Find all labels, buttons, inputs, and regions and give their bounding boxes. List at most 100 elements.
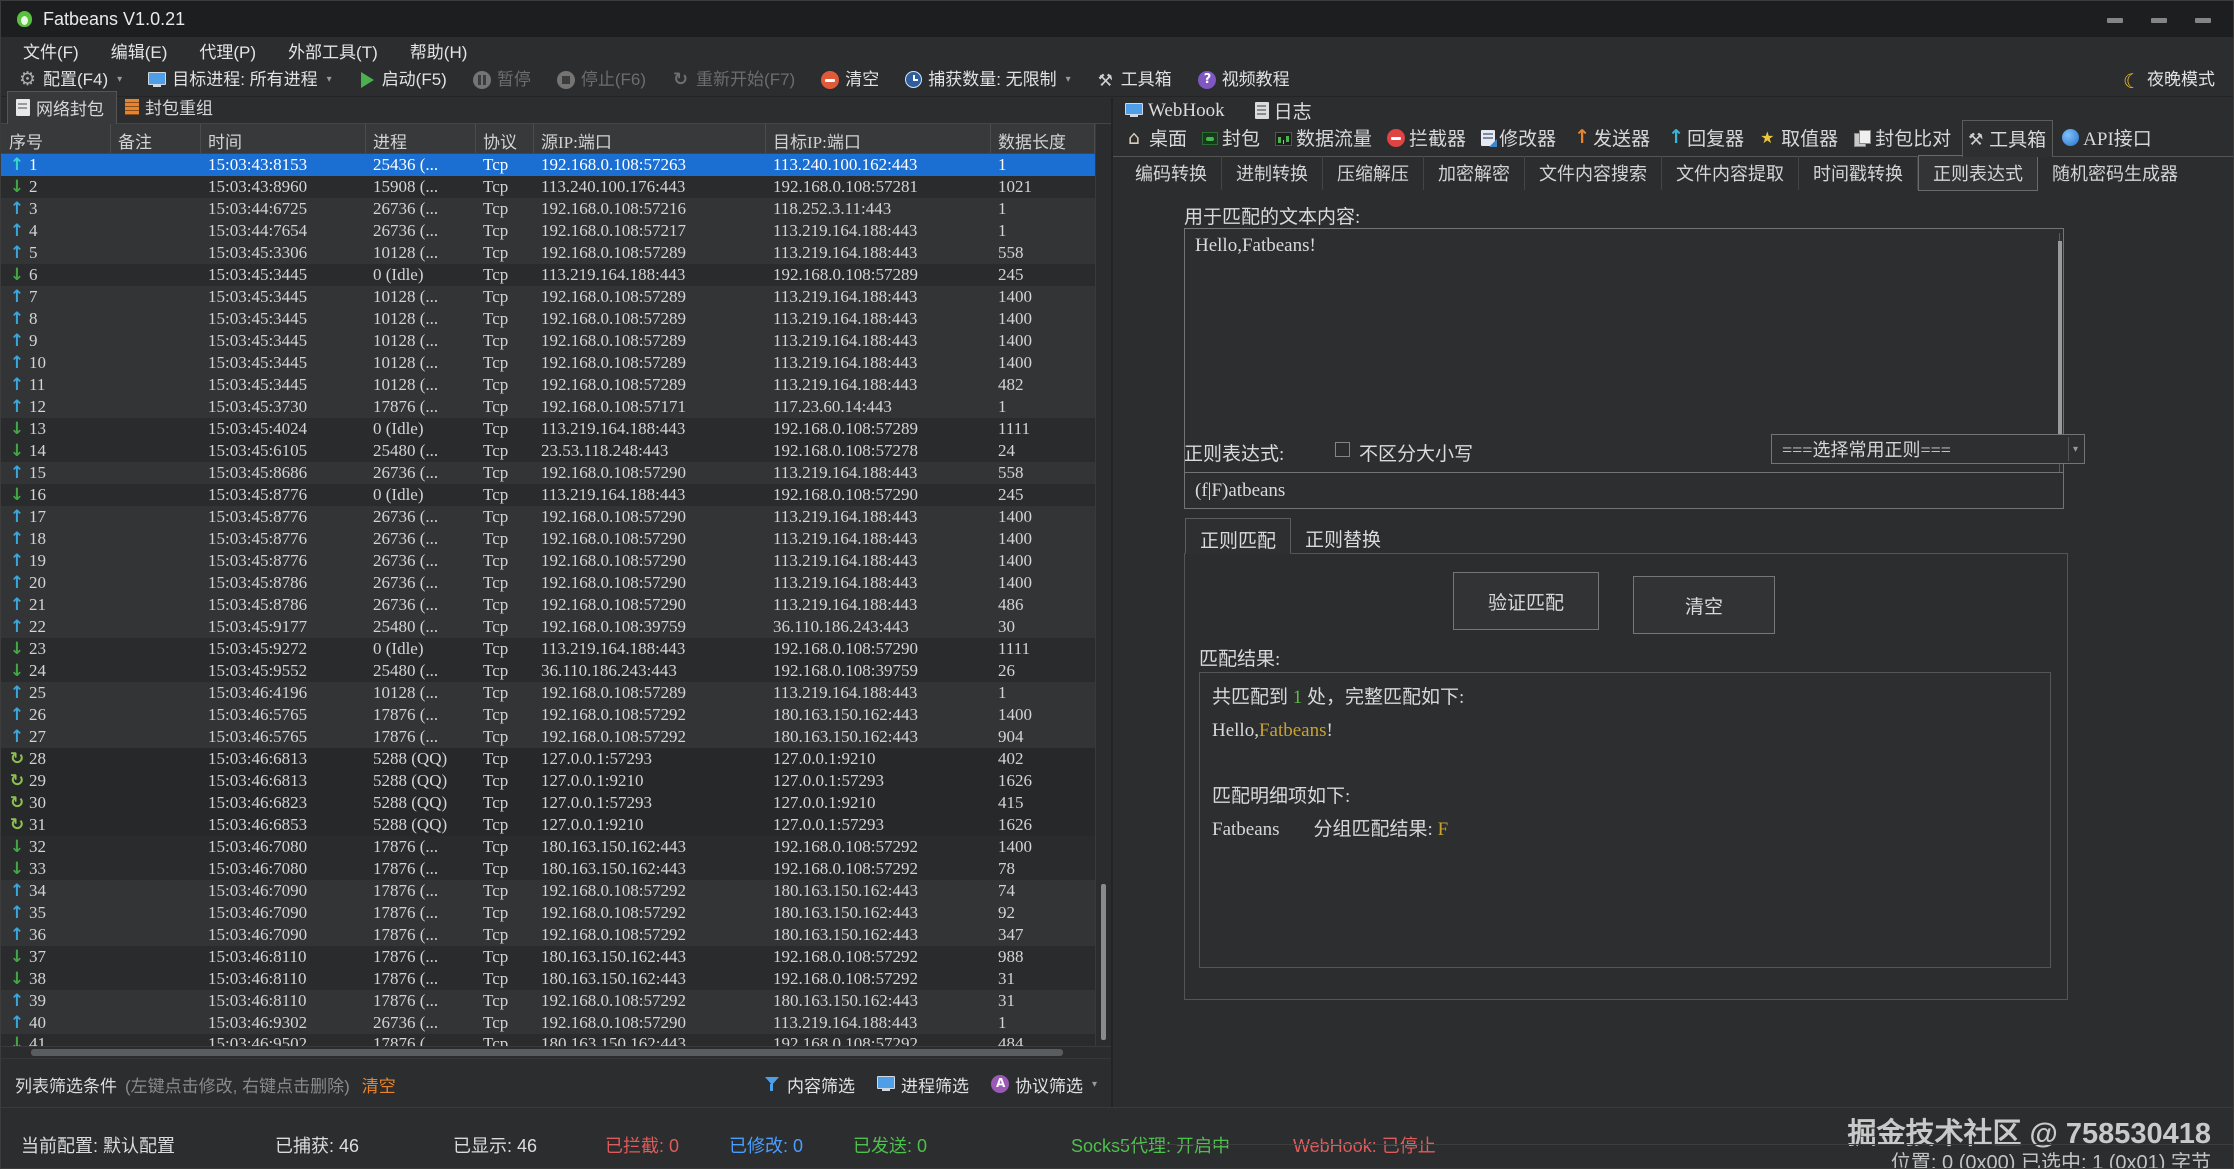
table-row[interactable]: ↓4115:03:46:950217876 (...Tcp180.163.150…: [1, 1034, 1095, 1046]
table-row[interactable]: ↑4015:03:46:930226736 (...Tcp192.168.0.1…: [1, 1012, 1095, 1034]
table-row[interactable]: ↓1615:03:45:87760 (Idle)Tcp113.219.164.1…: [1, 484, 1095, 506]
table-row[interactable]: ↑915:03:45:344510128 (...Tcp192.168.0.10…: [1, 330, 1095, 352]
vertical-scrollbar-thumb[interactable]: [1101, 884, 1106, 1040]
table-row[interactable]: ↑1215:03:45:373017876 (...Tcp192.168.0.1…: [1, 396, 1095, 418]
table-row[interactable]: ↑1115:03:45:344510128 (...Tcp192.168.0.1…: [1, 374, 1095, 396]
ignore-case-checkbox[interactable]: [1335, 442, 1350, 457]
column-header-2[interactable]: 时间: [201, 124, 366, 153]
column-header-1[interactable]: 备注: [111, 124, 201, 153]
maximize-button[interactable]: [2151, 18, 2167, 23]
table-row[interactable]: ↑1015:03:45:344510128 (...Tcp192.168.0.1…: [1, 352, 1095, 374]
vertical-scrollbar[interactable]: [1095, 124, 1111, 1046]
table-row[interactable]: ↑2015:03:45:878626736 (...Tcp192.168.0.1…: [1, 572, 1095, 594]
table-row[interactable]: ↑2715:03:46:576517876 (...Tcp192.168.0.1…: [1, 726, 1095, 748]
table-row[interactable]: ↑115:03:43:815325436 (...Tcp192.168.0.10…: [1, 154, 1095, 176]
table-row[interactable]: ↓3315:03:46:708017876 (...Tcp180.163.150…: [1, 858, 1095, 880]
regex-input[interactable]: (f|F)atbeans: [1184, 472, 2064, 509]
close-button[interactable]: [2195, 18, 2211, 23]
tab-桌面[interactable]: 桌面: [1123, 120, 1193, 156]
table-row[interactable]: ↻2815:03:46:68135288 (QQ)Tcp127.0.0.1:57…: [1, 748, 1095, 770]
menu-item[interactable]: 文件(F): [23, 38, 79, 63]
menu-item[interactable]: 外部工具(T): [288, 38, 378, 63]
table-row[interactable]: ↑3415:03:46:709017876 (...Tcp192.168.0.1…: [1, 880, 1095, 902]
table-row[interactable]: ↑815:03:45:344510128 (...Tcp192.168.0.10…: [1, 308, 1095, 330]
tab-修改器[interactable]: 修改器: [1477, 120, 1562, 156]
subtab-正则表达式[interactable]: 正则表达式: [1918, 155, 2038, 191]
column-header-6[interactable]: 目标IP:端口: [766, 124, 991, 153]
table-row[interactable]: ↑3915:03:46:811017876 (...Tcp192.168.0.1…: [1, 990, 1095, 1012]
tab-封包重组[interactable]: 封包重组: [117, 91, 225, 123]
night-mode-button[interactable]: 夜晚模式: [2123, 71, 2215, 89]
subtab-随机密码生成器[interactable]: 随机密码生成器: [2038, 156, 2192, 190]
column-header-3[interactable]: 进程: [366, 124, 476, 153]
subtab-编码转换[interactable]: 编码转换: [1121, 156, 1222, 190]
horizontal-scrollbar[interactable]: [1, 1046, 1111, 1058]
menu-item[interactable]: 帮助(H): [410, 38, 468, 63]
menu-item[interactable]: 编辑(E): [111, 38, 168, 63]
subtab-文件内容提取[interactable]: 文件内容提取: [1662, 156, 1799, 190]
toolbar-capture-count-button[interactable]: 捕获数量: 无限制▾: [905, 71, 1070, 89]
tab-取值器[interactable]: 取值器: [1755, 120, 1844, 156]
subtab-文件内容搜索[interactable]: 文件内容搜索: [1525, 156, 1662, 190]
textarea-scrollbar-thumb[interactable]: [2058, 241, 2062, 451]
table-row[interactable]: ↑1815:03:45:877626736 (...Tcp192.168.0.1…: [1, 528, 1095, 550]
toolbar-toolbox-button[interactable]: 工具箱: [1097, 71, 1172, 89]
tab-回复器[interactable]: 回复器: [1661, 120, 1750, 156]
table-row[interactable]: ↑2115:03:45:878626736 (...Tcp192.168.0.1…: [1, 594, 1095, 616]
filter-clear-link[interactable]: 清空: [362, 1072, 396, 1097]
subtab-时间戳转换[interactable]: 时间戳转换: [1799, 156, 1918, 190]
table-row[interactable]: ↓2315:03:45:92720 (Idle)Tcp113.219.164.1…: [1, 638, 1095, 660]
table-row[interactable]: ↑2515:03:46:419610128 (...Tcp192.168.0.1…: [1, 682, 1095, 704]
column-header-4[interactable]: 协议: [476, 124, 534, 153]
preset-regex-select[interactable]: ===选择常用正则=== ▾: [1771, 434, 2085, 464]
menu-item[interactable]: 代理(P): [199, 38, 256, 63]
toolbar-target-process-button[interactable]: 目标进程: 所有进程▾: [148, 71, 331, 89]
tab-网络封包[interactable]: 网络封包: [7, 91, 117, 124]
column-header-5[interactable]: 源IP:端口: [534, 124, 766, 153]
table-row[interactable]: ↓615:03:45:34450 (Idle)Tcp113.219.164.18…: [1, 264, 1095, 286]
table-row[interactable]: ↓3215:03:46:708017876 (...Tcp180.163.150…: [1, 836, 1095, 858]
tab-工具箱[interactable]: 工具箱: [1962, 120, 2053, 157]
tab-封包比对[interactable]: 封包比对: [1849, 120, 1957, 156]
table-row[interactable]: ↑315:03:44:672526736 (...Tcp192.168.0.10…: [1, 198, 1095, 220]
table-row[interactable]: ↓2415:03:45:955225480 (...Tcp36.110.186.…: [1, 660, 1095, 682]
tab-封包[interactable]: 封包: [1198, 120, 1266, 156]
toolbar-config-button[interactable]: 配置(F4)▾: [19, 71, 122, 89]
table-row[interactable]: ↻3015:03:46:68235288 (QQ)Tcp127.0.0.1:57…: [1, 792, 1095, 814]
tab-发送器[interactable]: 发送器: [1567, 120, 1656, 156]
filter-协议筛选-button[interactable]: 协议筛选▾: [991, 1072, 1097, 1097]
table-row[interactable]: ↑3515:03:46:709017876 (...Tcp192.168.0.1…: [1, 902, 1095, 924]
table-row[interactable]: ↓1315:03:45:40240 (Idle)Tcp113.219.164.1…: [1, 418, 1095, 440]
table-row[interactable]: ↓3715:03:46:811017876 (...Tcp180.163.150…: [1, 946, 1095, 968]
table-row[interactable]: ↑2615:03:46:576517876 (...Tcp192.168.0.1…: [1, 704, 1095, 726]
column-header-0[interactable]: 序号: [1, 124, 111, 153]
tab-数据流量[interactable]: 数据流量: [1271, 120, 1378, 156]
table-row[interactable]: ↑715:03:45:344510128 (...Tcp192.168.0.10…: [1, 286, 1095, 308]
tab-拦截器[interactable]: 拦截器: [1383, 120, 1472, 156]
table-row[interactable]: ↑2215:03:45:917725480 (...Tcp192.168.0.1…: [1, 616, 1095, 638]
toolbar-restart-button[interactable]: 重新开始(F7): [672, 71, 795, 89]
horizontal-scrollbar-thumb[interactable]: [31, 1049, 1063, 1056]
toolbar-clear-button[interactable]: 清空: [821, 71, 879, 89]
subtab-加密解密[interactable]: 加密解密: [1424, 156, 1525, 190]
toolbar-start-button[interactable]: 启动(F5): [358, 71, 447, 89]
table-row[interactable]: ↻2915:03:46:68135288 (QQ)Tcp127.0.0.1:92…: [1, 770, 1095, 792]
tab-API接口[interactable]: API接口: [2058, 120, 2158, 156]
clear-result-button[interactable]: 清空: [1633, 576, 1775, 634]
toolbar-video-tutorial-button[interactable]: 视频教程: [1198, 71, 1290, 89]
table-row[interactable]: ↓1415:03:45:610525480 (...Tcp23.53.118.2…: [1, 440, 1095, 462]
toolbar-pause-button[interactable]: 暂停: [473, 71, 531, 89]
table-row[interactable]: ↑1515:03:45:868626736 (...Tcp192.168.0.1…: [1, 462, 1095, 484]
table-row[interactable]: ↑415:03:44:765426736 (...Tcp192.168.0.10…: [1, 220, 1095, 242]
table-row[interactable]: ↓3815:03:46:811017876 (...Tcp180.163.150…: [1, 968, 1095, 990]
verify-match-button[interactable]: 验证匹配: [1453, 572, 1599, 630]
subtab-压缩解压[interactable]: 压缩解压: [1323, 156, 1424, 190]
table-row[interactable]: ↑3615:03:46:709017876 (...Tcp192.168.0.1…: [1, 924, 1095, 946]
filter-内容筛选-button[interactable]: 内容筛选: [763, 1072, 855, 1097]
tab-WebHook[interactable]: WebHook: [1125, 100, 1225, 122]
tab-正则匹配[interactable]: 正则匹配: [1185, 518, 1291, 554]
toolbar-stop-button[interactable]: 停止(F6): [557, 71, 646, 89]
filter-进程筛选-button[interactable]: 进程筛选: [877, 1072, 969, 1097]
table-row[interactable]: ↻3115:03:46:68535288 (QQ)Tcp127.0.0.1:92…: [1, 814, 1095, 836]
table-row[interactable]: ↑1715:03:45:877626736 (...Tcp192.168.0.1…: [1, 506, 1095, 528]
